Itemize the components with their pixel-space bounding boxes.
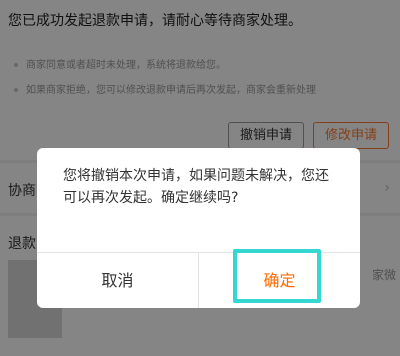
confirm-highlight-frame (233, 249, 321, 303)
dialog-cancel-button[interactable]: 取消 (37, 253, 198, 308)
dialog-message: 您将撤销本次申请，如果问题未解决，您还可以再次发起。确定继续吗? (63, 168, 329, 206)
